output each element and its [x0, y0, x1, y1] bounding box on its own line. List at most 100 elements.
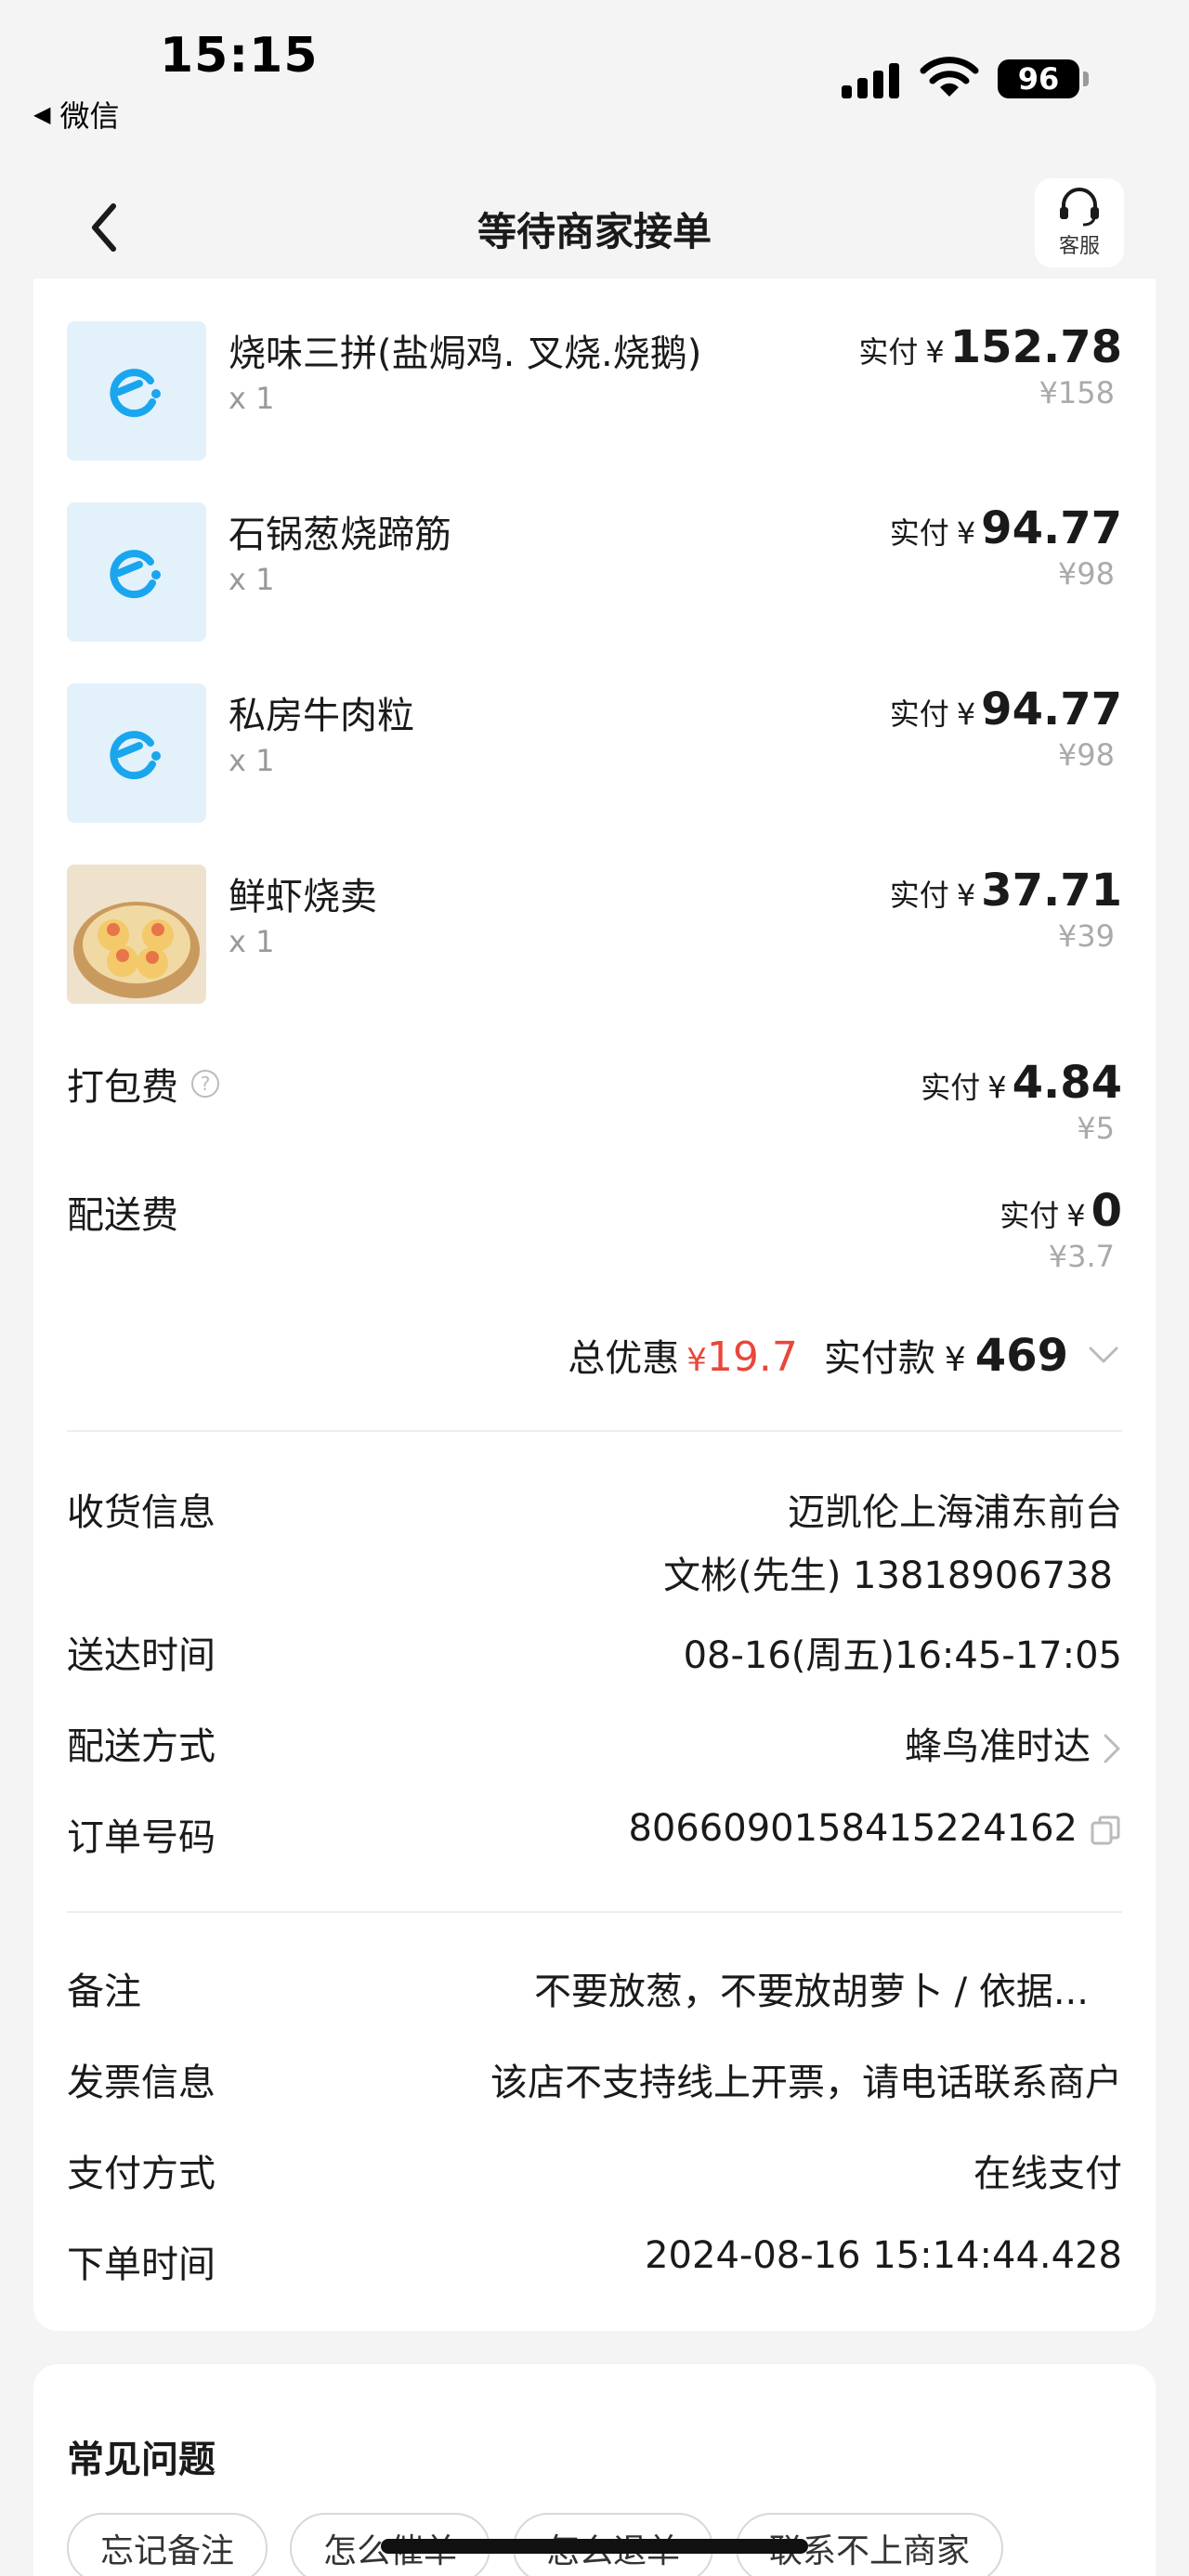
currency-symbol: ¥	[956, 515, 976, 551]
currency-symbol: ¥	[956, 696, 976, 732]
info-label: 订单号码	[67, 1816, 216, 1859]
customer-service-label: 客服	[1058, 235, 1100, 258]
eleme-logo-icon	[67, 683, 206, 823]
eleme-logo-icon	[67, 502, 206, 642]
order-time-row: 下单时间 2024-08-16 15:14:44.428	[67, 2234, 1122, 2290]
info-value: 蜂鸟准时达	[905, 1716, 1122, 1770]
battery-icon: 96	[998, 59, 1089, 98]
info-label: 送达时间	[67, 1634, 216, 1677]
info-value: 该店不支持线上开票，请电话联系商户	[490, 2062, 1122, 2104]
back-triangle-icon: ◀	[33, 101, 51, 127]
customer-service-button[interactable]: 客服	[1035, 178, 1124, 267]
paid-prefix: 实付	[1000, 1198, 1060, 1233]
receiver-address: 迈凯伦上海浦东前台	[788, 1491, 1122, 1534]
currency-symbol: ¥	[956, 878, 976, 913]
copy-icon[interactable]	[1089, 1814, 1122, 1847]
chevron-down-icon[interactable]	[1085, 1341, 1122, 1369]
faq-chip[interactable]: 忘记备注	[67, 2513, 268, 2576]
fee-label: 打包费	[67, 1066, 178, 1109]
faq-title: 常见问题	[67, 2439, 216, 2481]
fee-label: 配送费	[67, 1194, 178, 1237]
info-label: 支付方式	[67, 2153, 216, 2195]
info-value: 迈凯伦上海浦东前台 文彬(先生) 13818906738	[663, 1482, 1122, 1599]
invoice-row: 发票信息 该店不支持线上开票，请电话联系商户	[67, 2052, 1122, 2108]
fee-price: 实付 ¥0 ¥3.7	[1000, 1185, 1122, 1274]
paid-amount: 37.71	[981, 865, 1122, 917]
status-time: 15:15	[160, 28, 319, 84]
item-name: 烧味三拼(盐焗鸡. 叉烧.烧鹅)	[229, 332, 702, 375]
total-discount-amount: 19.7	[706, 1334, 798, 1381]
info-label: 备注	[67, 1971, 141, 2013]
order-total-row[interactable]: 总优惠 ¥ 19.7 实付款 ¥ 469	[568, 1328, 1122, 1382]
paid-amount: 94.77	[981, 502, 1122, 554]
total-paid-amount: 469	[974, 1330, 1068, 1382]
fee-price: 实付 ¥4.84 ¥5	[921, 1057, 1122, 1146]
order-item: 私房牛肉粒 x 1 实付 ¥94.77 ¥98	[67, 683, 1122, 823]
info-value: 不要放葱，不要放胡萝卜 / 依据...	[533, 1971, 1089, 2013]
info-value: 8066090158415224162	[628, 1807, 1122, 1850]
paid-amount: 152.78	[949, 321, 1122, 373]
paid-amount: 4.84	[1012, 1057, 1122, 1109]
currency-symbol: ¥	[925, 334, 945, 370]
item-quantity: x 1	[229, 381, 275, 416]
currency-symbol: ¥	[1066, 1198, 1086, 1233]
item-price: 实付 ¥37.71 ¥39	[890, 865, 1122, 954]
item-name: 鲜虾烧卖	[229, 876, 377, 918]
original-price: ¥98	[1057, 737, 1115, 773]
item-quantity: x 1	[229, 743, 275, 778]
paid-amount: 0	[1091, 1185, 1122, 1237]
cellular-signal-icon	[842, 61, 899, 98]
paid-prefix: 实付	[889, 515, 949, 551]
back-to-app-link[interactable]: ◀ 微信	[33, 93, 119, 136]
divider	[67, 1911, 1122, 1913]
order-item: 石锅葱烧蹄筋 x 1 实付 ¥94.77 ¥98	[67, 502, 1122, 642]
info-value: 08-16(周五)16:45-17:05	[683, 1634, 1122, 1677]
headset-icon	[1060, 188, 1099, 227]
page-title: 等待商家接单	[477, 209, 712, 254]
delivery-fee-row: 配送费 实付 ¥0 ¥3.7	[67, 1185, 1122, 1296]
info-label: 下单时间	[67, 2244, 216, 2286]
item-price: 实付 ¥94.77 ¥98	[890, 683, 1122, 773]
divider	[67, 1430, 1122, 1432]
payment-method-row: 支付方式 在线支付	[67, 2143, 1122, 2199]
total-paid-label: 实付款	[823, 1337, 935, 1380]
item-name: 私房牛肉粒	[229, 695, 414, 737]
paid-prefix: 实付	[889, 878, 949, 913]
paid-prefix: 实付	[889, 696, 949, 732]
paid-prefix: 实付	[858, 334, 919, 370]
original-price: ¥5	[1077, 1111, 1115, 1146]
packaging-fee-row: 打包费? 实付 ¥4.84 ¥5	[67, 1057, 1122, 1168]
order-number-value: 8066090158415224162	[628, 1807, 1078, 1850]
remark-row[interactable]: 备注 不要放葱，不要放胡萝卜 / 依据...	[67, 1961, 1122, 2017]
wifi-icon	[920, 57, 979, 97]
shumai-photo	[67, 865, 206, 1004]
currency-symbol: ¥	[987, 1070, 1007, 1105]
info-value: 在线支付	[973, 2153, 1122, 2195]
receiver-contact: 文彬(先生) 13818906738	[663, 1555, 1113, 1597]
delivery-method-row[interactable]: 配送方式 蜂鸟准时达	[67, 1716, 1122, 1772]
paid-prefix: 实付	[921, 1070, 981, 1105]
info-label: 收货信息	[67, 1491, 216, 1534]
original-price: ¥158	[1039, 375, 1115, 410]
eleme-logo-icon	[67, 321, 206, 461]
help-icon[interactable]: ?	[191, 1070, 219, 1098]
paid-currency: ¥	[944, 1341, 966, 1379]
item-quantity: x 1	[229, 924, 275, 959]
order-detail-card: 烧味三拼(盐焗鸡. 叉烧.烧鹅) x 1 实付 ¥152.78 ¥158 石锅葱烧…	[33, 279, 1156, 2331]
info-label: 发票信息	[67, 2062, 216, 2104]
delivery-method-value: 蜂鸟准时达	[905, 1725, 1091, 1768]
status-bar: 15:15 ◀ 微信 96	[0, 0, 1189, 167]
total-discount-label: 总优惠	[568, 1337, 680, 1380]
item-price: 实付 ¥152.78 ¥158	[858, 321, 1122, 410]
order-item: 烧味三拼(盐焗鸡. 叉烧.烧鹅) x 1 实付 ¥152.78 ¥158	[67, 321, 1122, 461]
home-indicator[interactable]	[381, 2539, 808, 2554]
info-value: 2024-08-16 15:14:44.428	[645, 2234, 1122, 2277]
chevron-right-icon	[1104, 1734, 1120, 1763]
delivery-time-row: 送达时间 08-16(周五)16:45-17:05	[67, 1625, 1122, 1681]
discount-currency: ¥	[686, 1342, 707, 1379]
item-name: 石锅葱烧蹄筋	[229, 514, 451, 556]
info-label: 配送方式	[67, 1725, 216, 1768]
item-price: 实付 ¥94.77 ¥98	[890, 502, 1122, 592]
order-number-row: 订单号码 8066090158415224162	[67, 1807, 1122, 1863]
original-price: ¥98	[1057, 556, 1115, 592]
